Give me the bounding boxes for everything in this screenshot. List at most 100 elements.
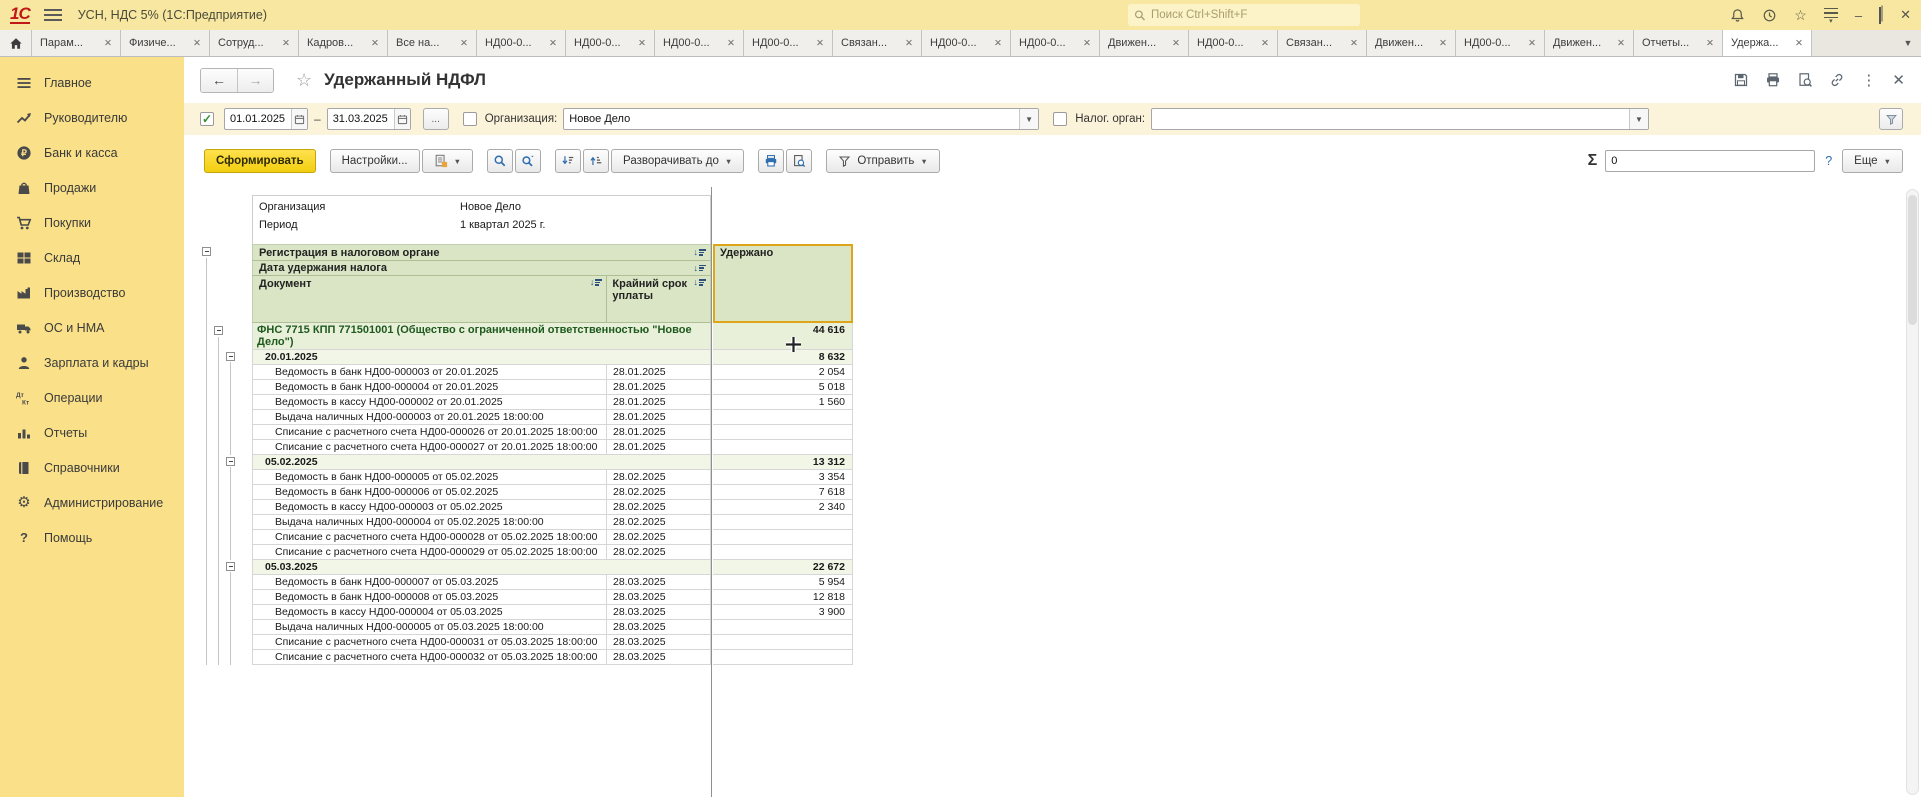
deadline-cell[interactable]: 28.01.2025 [607,395,711,410]
tab-2[interactable]: Физиче...✕ [121,30,210,56]
amount-cell[interactable]: 3 900 [713,605,853,620]
back-button[interactable]: ← [201,69,237,92]
notifications-bell-icon[interactable] [1730,8,1745,23]
restore-button[interactable] [1879,8,1883,23]
deadline-cell[interactable]: 28.03.2025 [607,620,711,635]
sidebar-item-books[interactable]: Справочники [0,450,184,485]
tab-7[interactable]: НД00-0...✕ [566,30,655,56]
document-cell[interactable]: Ведомость в кассу НД00-000002 от 20.01.2… [252,395,607,410]
chevron-down-icon[interactable]: ▼ [1019,109,1038,129]
deadline-cell[interactable]: 28.03.2025 [607,590,711,605]
deadline-cell[interactable]: 28.02.2025 [607,515,711,530]
sidebar-item-chart[interactable]: Отчеты [0,415,184,450]
document-cell[interactable]: Выдача наличных НД00-000005 от 05.03.202… [252,620,607,635]
tab-close-icon[interactable]: ✕ [371,38,379,49]
document-cell[interactable]: Списание с расчетного счета НД00-000029 … [252,545,607,560]
send-button[interactable]: Отправить▼ [826,149,939,173]
tab-18[interactable]: Движен...✕ [1545,30,1634,56]
tabs-overflow-button[interactable]: ▼ [1895,30,1921,56]
tab-close-icon[interactable]: ✕ [1795,38,1803,49]
tab-close-icon[interactable]: ✕ [1439,38,1447,49]
tab-close-icon[interactable]: ✕ [1528,38,1536,49]
sidebar-item-dtkt[interactable]: ДтКтОперации [0,380,184,415]
more-actions-icon[interactable]: ⋮ [1861,71,1876,89]
calendar-icon[interactable] [394,109,410,129]
tax-authority-combo[interactable]: ▼ [1151,108,1649,130]
sidebar-item-bag[interactable]: Продажи [0,170,184,205]
generate-button[interactable]: Сформировать [204,149,316,173]
tab-3[interactable]: Сотруд...✕ [210,30,299,56]
collapse-date-icon[interactable] [226,352,235,361]
deadline-cell[interactable]: 28.03.2025 [607,650,711,665]
document-cell[interactable]: Выдача наличных НД00-000004 от 05.02.202… [252,515,607,530]
tab-close-icon[interactable]: ✕ [549,38,557,49]
deadline-cell[interactable]: 28.03.2025 [607,635,711,650]
amount-cell[interactable]: 3 354 [713,470,853,485]
tab-12[interactable]: НД00-0...✕ [1011,30,1100,56]
chevron-down-icon[interactable]: ▼ [1629,109,1648,129]
amount-cell[interactable] [713,425,853,440]
forward-button[interactable]: → [237,69,273,92]
tab-close-icon[interactable]: ✕ [282,38,290,49]
header-registration[interactable]: Регистрация в налоговом органе ↓ [252,244,711,260]
document-cell[interactable]: Ведомость в кассу НД00-000003 от 05.02.2… [252,500,607,515]
period-checkbox[interactable]: ✓ [200,112,214,126]
amount-cell[interactable]: 12 818 [713,590,853,605]
document-cell[interactable]: Списание с расчетного счета НД00-000028 … [252,530,607,545]
tab-close-icon[interactable]: ✕ [460,38,468,49]
deadline-cell[interactable]: 28.01.2025 [607,410,711,425]
period-from-input[interactable] [224,108,308,130]
history-icon[interactable] [1762,8,1777,23]
tab-9[interactable]: НД00-0...✕ [744,30,833,56]
tab-13[interactable]: Движен...✕ [1100,30,1189,56]
deadline-cell[interactable]: 28.02.2025 [607,530,711,545]
collapse-groups-button[interactable] [555,149,581,173]
document-cell[interactable]: Ведомость в банк НД00-000006 от 05.02.20… [252,485,607,500]
document-cell[interactable]: Ведомость в банк НД00-000007 от 05.03.20… [252,575,607,590]
amount-cell[interactable] [713,650,853,665]
tab-close-icon[interactable]: ✕ [994,38,1002,49]
preview-button[interactable] [786,149,812,173]
autosum-field[interactable] [1605,150,1815,172]
global-search[interactable] [1128,4,1360,26]
sidebar-item-cart[interactable]: Покупки [0,205,184,240]
organization-combo[interactable]: ▼ [563,108,1039,130]
deadline-cell[interactable]: 28.01.2025 [607,365,711,380]
tab-16[interactable]: Движен...✕ [1367,30,1456,56]
tab-close-icon[interactable]: ✕ [104,38,112,49]
tab-home[interactable] [0,30,32,56]
document-cell[interactable]: Списание с расчетного счета НД00-000026 … [252,425,607,440]
more-button[interactable]: Еще▼ [1842,149,1903,173]
tab-close-icon[interactable]: ✕ [1083,38,1091,49]
amount-cell[interactable]: 7 618 [713,485,853,500]
sidebar-item-person[interactable]: Зарплата и кадры [0,345,184,380]
print-preview-icon[interactable] [1797,72,1813,88]
vertical-scrollbar[interactable] [1906,189,1919,795]
tab-5[interactable]: Все на...✕ [388,30,477,56]
document-cell[interactable]: Ведомость в банк НД00-000003 от 20.01.20… [252,365,607,380]
document-cell[interactable]: Списание с расчетного счета НД00-000027 … [252,440,607,455]
document-cell[interactable]: Списание с расчетного счета НД00-000031 … [252,635,607,650]
amount-cell[interactable] [713,635,853,650]
tax-authority-checkbox[interactable] [1053,112,1067,126]
info-row-organization[interactable]: Организация Новое Дело [253,198,710,216]
collapse-level1-icon[interactable] [202,247,211,256]
document-cell[interactable]: Списание с расчетного счета НД00-000032 … [252,650,607,665]
date-cell[interactable]: 20.01.2025 [252,350,711,365]
tab-close-icon[interactable]: ✕ [905,38,913,49]
tab-20[interactable]: Удержа...✕ [1723,30,1812,56]
tab-close-icon[interactable]: ✕ [816,38,824,49]
deadline-cell[interactable]: 28.02.2025 [607,470,711,485]
tab-19[interactable]: Отчеты...✕ [1634,30,1723,56]
find-next-button[interactable] [515,149,541,173]
period-to-input[interactable] [327,108,411,130]
find-button[interactable] [487,149,513,173]
group-cell[interactable]: ФНС 7715 КПП 771501001 (Общество с огран… [252,323,711,350]
scrollbar-thumb[interactable] [1908,195,1917,325]
filter-settings-button[interactable] [1879,108,1903,130]
deadline-cell[interactable]: 28.03.2025 [607,575,711,590]
sidebar-item-warehouse[interactable]: Склад [0,240,184,275]
tab-close-icon[interactable]: ✕ [193,38,201,49]
settings-button[interactable]: Настройки... [330,149,420,173]
deadline-cell[interactable]: 28.02.2025 [607,500,711,515]
